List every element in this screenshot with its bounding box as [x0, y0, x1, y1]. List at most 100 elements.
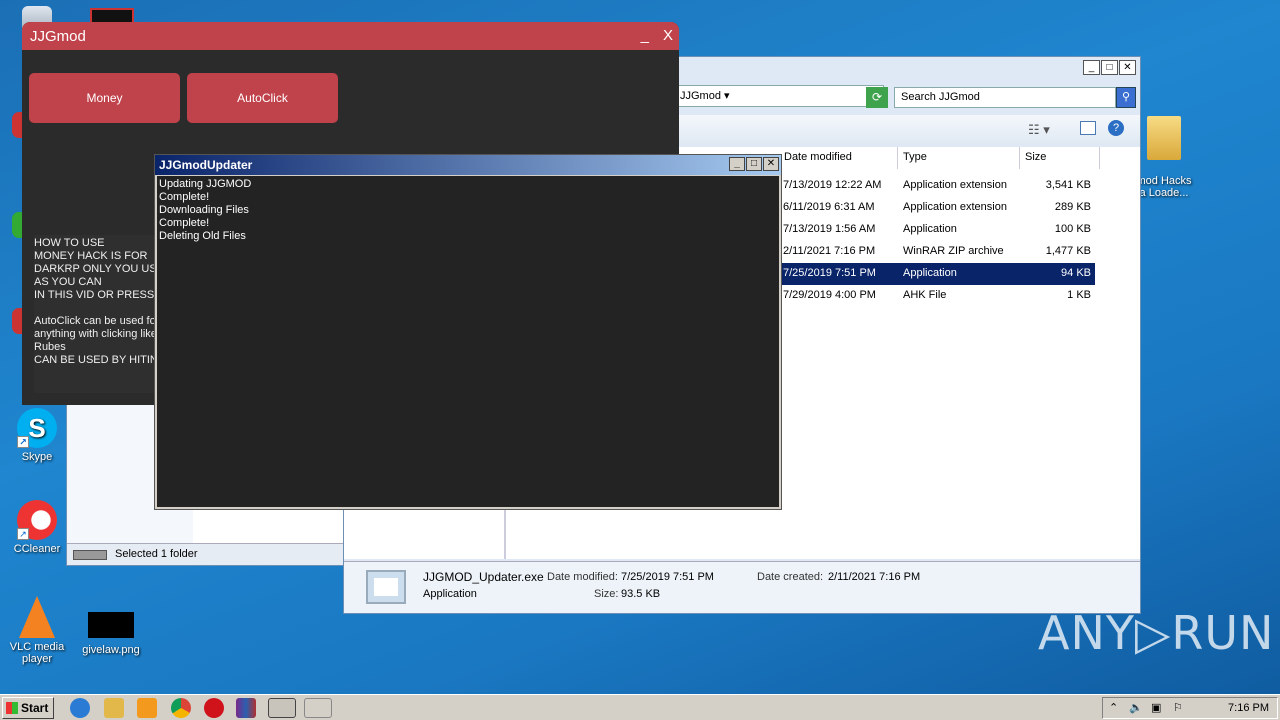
details-created-label: Date created: — [757, 571, 824, 583]
details-modified-label: Date modified: — [547, 571, 618, 583]
details-size-label: Size: — [594, 588, 619, 600]
folder-icon — [1147, 116, 1181, 160]
log-line: Updating JJGMOD — [159, 178, 252, 190]
details-size: 93.5 KB — [621, 588, 661, 600]
search-button[interactable]: ⚲ — [1116, 87, 1136, 108]
system-tray: ⌃ 🔈 ▣ ⚐ 7:16 PM — [1102, 697, 1278, 719]
cell-type: Application — [903, 267, 957, 279]
autoclick-button[interactable]: AutoClick — [187, 73, 338, 123]
table-row[interactable]: 7/13/2019 12:22 AM Application extension… — [779, 175, 1095, 197]
close-button[interactable]: ✕ — [763, 157, 779, 171]
preview-pane-icon[interactable] — [1080, 121, 1096, 135]
title-bar[interactable]: JJGmod _ X — [22, 22, 679, 50]
desktop-icon-label: VLC media player — [9, 641, 65, 665]
windows-logo-icon — [6, 702, 18, 714]
winrar-icon[interactable] — [236, 698, 256, 718]
cell-date: 7/13/2019 1:56 AM — [783, 223, 876, 235]
ccleaner-icon: ↗ — [17, 500, 57, 540]
status-bar: Selected 1 folder — [67, 543, 345, 565]
network-icon[interactable]: ▣ — [1151, 701, 1161, 714]
table-row[interactable]: 7/13/2019 1:56 AM Application 100 KB — [779, 219, 1095, 241]
updater-window: JJGmodUpdater _ □ ✕ Updating JJGMOD Comp… — [154, 154, 782, 510]
table-row[interactable]: 7/29/2019 4:00 PM AHK File 1 KB — [779, 285, 1095, 307]
table-row[interactable]: 6/11/2019 6:31 AM Application extension … — [779, 197, 1095, 219]
column-size[interactable]: Size — [1020, 147, 1100, 169]
window-controls: _ □ ✕ — [729, 157, 779, 171]
desktop-icon-vlc[interactable]: VLC media player — [2, 596, 72, 665]
details-pane: JJGMOD_Updater.exe Application Date modi… — [344, 561, 1140, 613]
window-title: JJGmodUpdater — [159, 158, 253, 172]
minimize-button[interactable]: _ — [641, 27, 649, 44]
money-button[interactable]: Money — [29, 73, 180, 123]
refresh-button[interactable]: ⟳ — [866, 87, 888, 108]
cell-size: 3,541 KB — [1045, 179, 1091, 191]
details-created: 2/11/2021 7:16 PM — [828, 571, 921, 583]
address-text: JJGmod — [680, 90, 721, 102]
log-line: Complete! — [159, 217, 210, 229]
taskbar-app-icon[interactable] — [268, 698, 296, 718]
desktop-icon-label: Skype — [21, 451, 53, 463]
cell-type: Application extension — [903, 201, 1007, 213]
details-modified: 7/25/2019 7:51 PM — [621, 571, 714, 583]
column-type[interactable]: Type — [898, 147, 1020, 169]
maximize-button[interactable]: □ — [1101, 60, 1118, 75]
cell-date: 6/11/2019 6:31 AM — [783, 201, 875, 213]
cell-type: Application — [903, 223, 957, 235]
maximize-button[interactable]: □ — [746, 157, 762, 171]
cell-date: 7/25/2019 7:51 PM — [783, 267, 876, 279]
drive-icon — [73, 550, 107, 560]
chrome-icon[interactable] — [171, 698, 191, 718]
start-label: Start — [21, 701, 49, 715]
details-filename: JJGMOD_Updater.exe — [423, 570, 544, 584]
action-center-icon[interactable]: ⚐ — [1173, 701, 1183, 714]
opera-icon[interactable] — [204, 698, 224, 718]
desktop-icon-label: givelaw.png — [82, 644, 140, 656]
desktop-icon-skype[interactable]: S ↗ Skype — [2, 408, 72, 463]
column-date-modified[interactable]: Date modified — [779, 147, 898, 169]
status-text: Selected 1 folder — [115, 548, 198, 560]
search-icon: ⚲ — [1121, 91, 1131, 103]
skype-icon: S ↗ — [17, 408, 57, 448]
cell-type: Application extension — [903, 179, 1007, 191]
view-options-icon[interactable]: ☷ ▾ — [1028, 122, 1050, 138]
cell-size: 1 KB — [1067, 289, 1091, 301]
clock[interactable]: 7:16 PM — [1228, 702, 1269, 714]
shortcut-arrow-icon: ↗ — [17, 436, 29, 448]
show-hidden-icons-icon[interactable]: ⌃ — [1109, 701, 1118, 714]
cell-type: WinRAR ZIP archive — [903, 245, 1004, 257]
log-line: Complete! — [159, 191, 210, 203]
table-row[interactable]: 2/11/2021 7:16 PM WinRAR ZIP archive 1,4… — [779, 241, 1095, 263]
cell-size: 94 KB — [1061, 267, 1091, 279]
taskbar: Start ⌃ 🔈 ▣ ⚐ 7:16 PM — [0, 694, 1280, 720]
volume-icon[interactable]: 🔈 — [1129, 701, 1143, 714]
log-line: Downloading Files — [159, 204, 249, 216]
ie-icon[interactable] — [70, 698, 90, 718]
minimize-button[interactable]: _ — [729, 157, 745, 171]
desktop-icon-givelaw[interactable]: givelaw.png — [76, 612, 146, 656]
image-file-icon — [88, 612, 134, 638]
start-button[interactable]: Start — [2, 697, 54, 719]
minimize-button[interactable]: _ — [1083, 60, 1100, 75]
vlc-icon — [19, 596, 55, 638]
desktop-icon-label: mod Hacks a Loade... — [1136, 175, 1192, 199]
help-icon[interactable]: ? — [1108, 120, 1124, 136]
details-kind: Application — [423, 588, 477, 600]
cell-size: 1,477 KB — [1045, 245, 1091, 257]
title-bar[interactable]: JJGmodUpdater _ □ ✕ — [155, 155, 781, 175]
close-button[interactable]: X — [663, 27, 673, 44]
search-input[interactable]: Search JJGmod — [894, 87, 1116, 108]
cell-date: 7/29/2019 4:00 PM — [783, 289, 876, 301]
explorer-icon[interactable] — [104, 698, 124, 718]
taskbar-app-icon[interactable] — [304, 698, 332, 718]
cell-size: 289 KB — [1054, 201, 1091, 213]
window-title: JJGmod — [30, 28, 86, 45]
anyrun-watermark: ANY▷RUN — [1038, 606, 1275, 660]
desktop-icon-ccleaner[interactable]: ↗ CCleaner — [2, 500, 72, 555]
updater-log: Updating JJGMOD Complete! Downloading Fi… — [157, 176, 779, 507]
cell-date: 2/11/2021 7:16 PM — [783, 245, 876, 257]
close-button[interactable]: ✕ — [1119, 60, 1136, 75]
desktop-icon-label: CCleaner — [13, 543, 61, 555]
application-icon — [366, 570, 406, 604]
media-player-icon[interactable] — [137, 698, 157, 718]
table-row-selected[interactable]: 7/25/2019 7:51 PM Application 94 KB — [779, 263, 1095, 285]
